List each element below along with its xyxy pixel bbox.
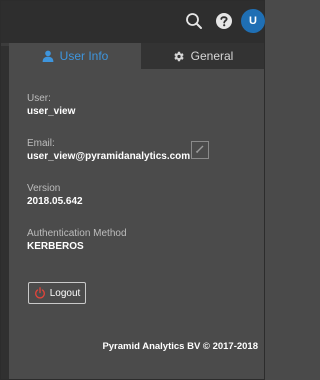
tab-user-info-label: User Info <box>59 49 109 63</box>
pencil-icon <box>195 141 205 159</box>
gear-icon <box>172 50 185 63</box>
version-label: Version <box>27 183 61 194</box>
auth-method-label: Authentication Method <box>27 228 127 239</box>
top-bar: U <box>1 1 265 43</box>
tab-bar: User Info General <box>9 43 264 69</box>
avatar[interactable]: U <box>241 9 265 33</box>
left-strip <box>1 43 9 379</box>
help-icon[interactable] <box>213 10 235 32</box>
email-value: user_view@pyramidanalytics.com <box>27 151 191 162</box>
copyright-footer: Pyramid Analytics BV © 2017-2018 <box>102 341 258 352</box>
logout-button[interactable]: Logout <box>28 282 86 304</box>
logout-label: Logout <box>49 287 81 299</box>
auth-method-value: KERBEROS <box>27 241 84 252</box>
user-label: User: <box>27 93 51 104</box>
tab-general-label: General <box>190 49 234 63</box>
user-icon <box>42 50 54 62</box>
user-panel-window: U User Info General User: user_view Emai… <box>0 0 265 380</box>
power-icon <box>34 287 46 299</box>
tab-general[interactable]: General <box>141 43 264 69</box>
user-info-panel: User Info General User: user_view Email:… <box>9 43 264 379</box>
user-value: user_view <box>27 106 76 117</box>
email-label: Email: <box>27 138 55 149</box>
tab-user-info[interactable]: User Info <box>9 43 141 69</box>
edit-email-button[interactable] <box>191 141 209 159</box>
search-icon[interactable] <box>183 10 205 32</box>
version-value: 2018.05.642 <box>27 196 83 207</box>
left-strip-divider <box>1 43 9 46</box>
